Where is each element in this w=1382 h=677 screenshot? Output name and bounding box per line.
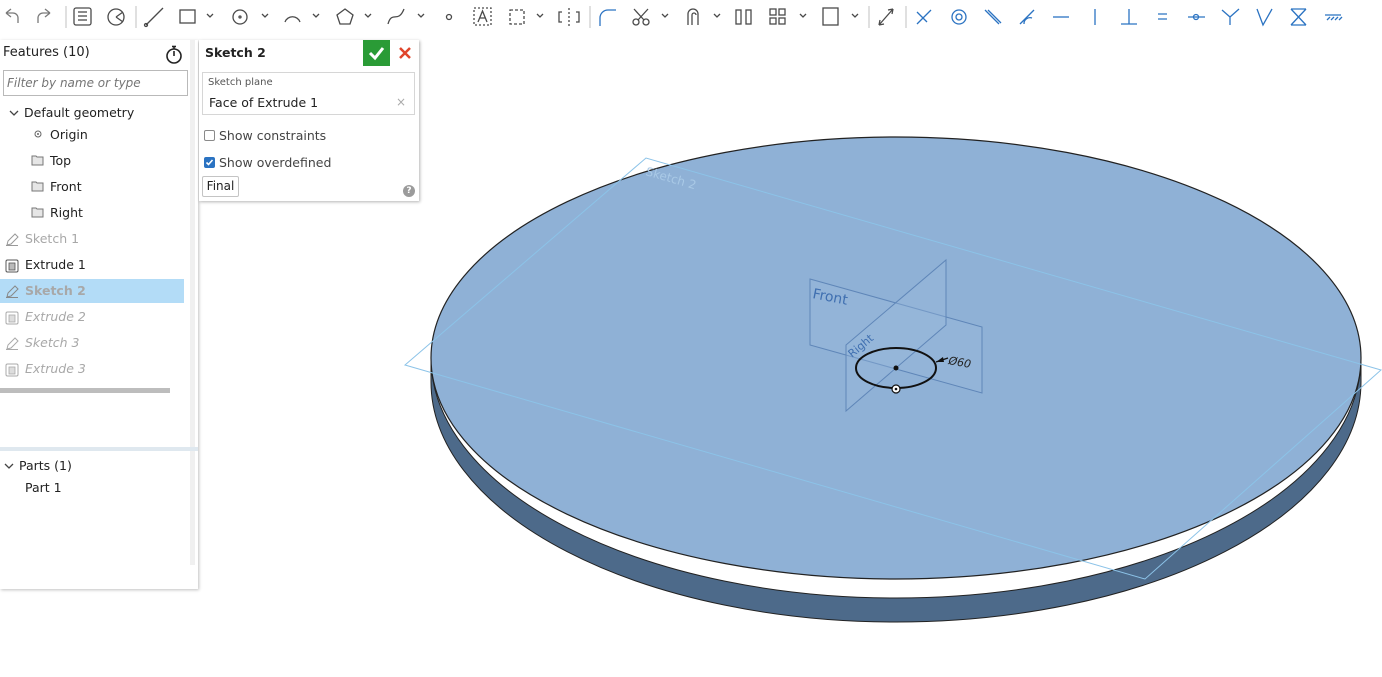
chevron-down-icon[interactable]: [3, 460, 15, 472]
tree-top-plane[interactable]: Top: [0, 149, 184, 173]
tree-extrude-2[interactable]: Extrude 2: [0, 305, 184, 329]
parts-header[interactable]: Parts (1): [0, 454, 184, 478]
stopwatch-icon[interactable]: [164, 44, 184, 68]
show-constraints-checkbox[interactable]: [204, 130, 215, 141]
clear-icon[interactable]: ×: [396, 95, 406, 109]
part-item[interactable]: Part 1: [0, 476, 184, 500]
plane-icon: [31, 181, 44, 192]
tree-sketch-1[interactable]: Sketch 1: [0, 227, 184, 251]
cancel-button[interactable]: [393, 40, 417, 66]
show-overdefined-label: Show overdefined: [219, 155, 332, 170]
extrude-icon: [5, 363, 19, 377]
part-label: Part 1: [25, 480, 62, 495]
sketch-plane-value: Face of Extrude 1: [209, 95, 319, 110]
sketch-plane-field[interactable]: Sketch plane Face of Extrude 1 ×: [202, 72, 415, 115]
tree-right-plane[interactable]: Right: [0, 201, 184, 225]
sketch-pencil-icon: [6, 285, 19, 298]
tree-label: Extrude 1: [25, 257, 86, 272]
sketch-dialog: Sketch 2 Sketch plane Face of Extrude 1 …: [199, 40, 419, 201]
close-icon: [399, 47, 411, 59]
tree-origin[interactable]: Origin: [0, 123, 184, 147]
origin-icon: [34, 130, 42, 138]
circle-center-point[interactable]: [893, 365, 899, 371]
extrude-icon: [5, 311, 19, 325]
accept-button[interactable]: [363, 40, 390, 66]
tree-label: Front: [50, 179, 82, 194]
tree-label: Origin: [50, 127, 88, 142]
tree-label: Default geometry: [24, 105, 135, 120]
feature-filter-input[interactable]: [3, 70, 188, 96]
plane-icon: [31, 155, 44, 166]
chevron-down-icon[interactable]: [8, 107, 20, 119]
panel-divider[interactable]: [0, 447, 198, 451]
sketch-plane-field-label: Sketch plane: [208, 77, 273, 88]
show-overdefined-checkbox[interactable]: [204, 157, 215, 168]
feature-panel-scrollbar[interactable]: [190, 40, 195, 565]
tree-sketch-2[interactable]: Sketch 2: [0, 279, 184, 303]
tree-extrude-3[interactable]: Extrude 3: [0, 357, 184, 381]
help-icon[interactable]: ?: [403, 185, 415, 197]
checkmark-icon: [368, 47, 385, 61]
feature-panel-title: Features (10): [3, 45, 90, 60]
disc-part[interactable]: [430, 136, 1362, 623]
sketch-pencil-icon: [6, 233, 19, 246]
feature-panel: Features (10) Default geometry Origin To…: [0, 40, 198, 589]
tree-default-geometry[interactable]: Default geometry: [0, 101, 184, 125]
tree-label: Sketch 3: [25, 335, 80, 350]
tree-label: Extrude 2: [25, 309, 86, 324]
sketch-dialog-title: Sketch 2: [205, 45, 266, 60]
plane-icon: [31, 207, 44, 218]
tree-sketch-3[interactable]: Sketch 3: [0, 331, 184, 355]
sketch-pencil-icon: [6, 337, 19, 350]
parts-header-label: Parts (1): [19, 458, 72, 473]
tree-label: Right: [50, 205, 83, 220]
checkmark-icon: [205, 159, 214, 166]
tree-front-plane[interactable]: Front: [0, 175, 184, 199]
extrude-icon: [5, 259, 19, 273]
final-button[interactable]: Final: [202, 176, 239, 197]
show-constraints-label: Show constraints: [219, 128, 327, 143]
feature-tree-hscrollbar[interactable]: [0, 388, 170, 393]
tree-label: Sketch 1: [25, 231, 80, 246]
tree-label: Top: [50, 153, 72, 168]
tree-label: Sketch 2: [25, 283, 86, 298]
tree-extrude-1[interactable]: Extrude 1: [0, 253, 184, 277]
tree-label: Extrude 3: [25, 361, 86, 376]
